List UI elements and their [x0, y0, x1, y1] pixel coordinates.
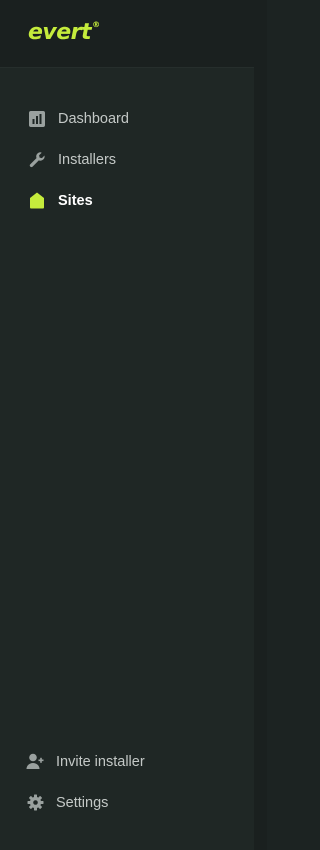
nav-item-label: Installers [58, 151, 117, 168]
nav-item-label: Sites [58, 192, 93, 209]
invite-installer-button[interactable]: Invite installer [0, 741, 254, 782]
settings-button[interactable]: Settings [0, 782, 254, 823]
primary-nav: Dashboard Installers Sites [0, 98, 254, 221]
nav-item-dashboard[interactable]: Dashboard [0, 98, 254, 139]
bar-chart-icon [28, 110, 46, 128]
nav-item-label: Settings [56, 794, 109, 811]
wrench-icon [28, 151, 46, 169]
add-user-icon [26, 753, 44, 771]
nav-item-installers[interactable]: Installers [0, 139, 254, 180]
content-edge [254, 0, 267, 850]
nav-item-label: Dashboard [58, 110, 129, 127]
footer-nav: Invite installer Settings [0, 741, 254, 823]
nav-item-label: Invite installer [56, 753, 145, 770]
sidebar: evert® Dashboard Installers Sites Invite… [0, 0, 254, 850]
brand-logo[interactable]: evert® [28, 20, 100, 45]
sidebar-header: evert® [0, 0, 254, 68]
house-icon [28, 192, 46, 210]
nav-item-sites[interactable]: Sites [0, 180, 254, 221]
gear-icon [26, 794, 44, 812]
